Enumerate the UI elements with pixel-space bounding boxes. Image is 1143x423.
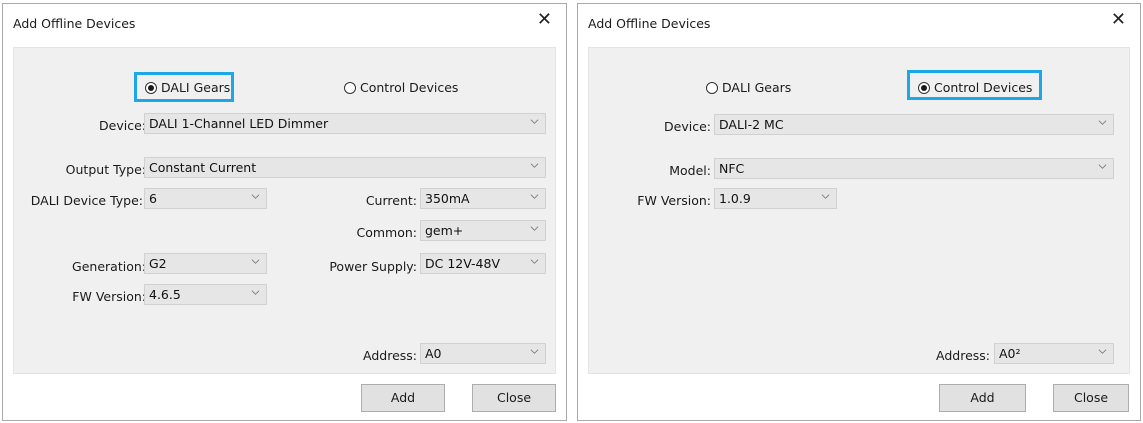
fw-version-value: 1.0.9 bbox=[719, 191, 751, 206]
device-value: DALI-2 MC bbox=[719, 117, 784, 132]
common-select[interactable]: gem+ bbox=[420, 220, 546, 241]
common-value: gem+ bbox=[425, 223, 464, 238]
radio-label: Control Devices bbox=[360, 80, 459, 95]
chevron-down-icon bbox=[530, 194, 539, 199]
generation-label: Generation: bbox=[72, 259, 146, 274]
dialog-content: DALI Gears Control Devices Device: DALI-… bbox=[588, 47, 1130, 374]
address-label: Address: bbox=[936, 348, 990, 363]
fw-version-select[interactable]: 4.6.5 bbox=[144, 284, 267, 305]
chevron-down-icon bbox=[530, 163, 539, 168]
output-type-value: Constant Current bbox=[149, 160, 257, 175]
add-button[interactable]: Add bbox=[939, 384, 1026, 412]
radio-checked-icon bbox=[145, 81, 157, 94]
device-type-select[interactable]: 6 bbox=[144, 188, 267, 209]
chevron-down-icon bbox=[1098, 164, 1107, 169]
title-bar: Add Offline Devices ✕ bbox=[3, 4, 566, 40]
common-label: Common: bbox=[356, 225, 417, 240]
chevron-down-icon bbox=[530, 119, 539, 124]
power-supply-label: Power Supply: bbox=[329, 259, 417, 274]
close-button[interactable]: Close bbox=[472, 384, 556, 412]
chevron-down-icon bbox=[530, 259, 539, 264]
address-select[interactable]: A0² bbox=[994, 343, 1114, 364]
radio-label: DALI Gears bbox=[161, 80, 231, 95]
radio-dali-gears[interactable]: DALI Gears bbox=[706, 80, 791, 95]
close-button[interactable]: Close bbox=[1053, 384, 1129, 412]
generation-select[interactable]: G2 bbox=[144, 253, 267, 274]
dialog-title: Add Offline Devices bbox=[588, 16, 711, 31]
output-type-select[interactable]: Constant Current bbox=[144, 157, 546, 178]
radio-dali-gears[interactable]: DALI Gears bbox=[145, 80, 230, 95]
fw-version-select[interactable]: 1.0.9 bbox=[714, 188, 837, 209]
add-button[interactable]: Add bbox=[361, 384, 445, 412]
fw-version-value: 4.6.5 bbox=[149, 287, 181, 302]
device-select[interactable]: DALI 1-Channel LED Dimmer bbox=[144, 113, 546, 134]
add-offline-devices-dialog-controls: Add Offline Devices ✕ DALI Gears Control… bbox=[577, 3, 1141, 421]
radio-label: DALI Gears bbox=[722, 80, 792, 95]
chevron-down-icon bbox=[1098, 120, 1107, 125]
device-type-value: 6 bbox=[149, 191, 157, 206]
device-label: Device: bbox=[664, 119, 711, 134]
close-icon[interactable]: ✕ bbox=[537, 11, 552, 29]
power-supply-value: DC 12V-48V bbox=[425, 256, 501, 271]
radio-control-devices[interactable]: Control Devices bbox=[918, 80, 1032, 95]
device-type-label: DALI Device Type: bbox=[30, 193, 143, 208]
current-label: Current: bbox=[365, 193, 417, 208]
radio-unchecked-icon bbox=[706, 81, 718, 94]
add-offline-devices-dialog-gears: Add Offline Devices ✕ DALI Gears Control… bbox=[2, 3, 567, 421]
dialog-title: Add Offline Devices bbox=[13, 16, 136, 31]
radio-unchecked-icon bbox=[344, 81, 356, 94]
power-supply-select[interactable]: DC 12V-48V bbox=[420, 253, 546, 274]
generation-value: G2 bbox=[149, 256, 167, 271]
device-value: DALI 1-Channel LED Dimmer bbox=[149, 116, 329, 131]
address-value: A0² bbox=[999, 346, 1021, 361]
title-bar: Add Offline Devices ✕ bbox=[578, 4, 1140, 40]
dialog-content: DALI Gears Control Devices Device: DALI … bbox=[13, 47, 556, 374]
chevron-down-icon bbox=[251, 259, 260, 264]
fw-version-label: FW Version: bbox=[72, 289, 146, 304]
radio-control-devices[interactable]: Control Devices bbox=[344, 80, 458, 95]
model-value: NFC bbox=[719, 161, 745, 176]
radio-label: Control Devices bbox=[934, 80, 1033, 95]
chevron-down-icon bbox=[1098, 349, 1107, 354]
chevron-down-icon bbox=[251, 290, 260, 295]
current-select[interactable]: 350mA bbox=[420, 188, 546, 209]
chevron-down-icon bbox=[251, 194, 260, 199]
device-select[interactable]: DALI-2 MC bbox=[714, 114, 1114, 135]
address-value: A0 bbox=[425, 346, 442, 361]
chevron-down-icon bbox=[530, 226, 539, 231]
address-label: Address: bbox=[363, 348, 417, 363]
fw-version-label: FW Version: bbox=[637, 193, 711, 208]
model-label: Model: bbox=[669, 163, 711, 178]
radio-checked-icon bbox=[918, 81, 930, 94]
address-select[interactable]: A0 bbox=[420, 343, 546, 364]
close-icon[interactable]: ✕ bbox=[1111, 11, 1126, 29]
chevron-down-icon bbox=[530, 349, 539, 354]
device-label: Device: bbox=[99, 118, 146, 133]
current-value: 350mA bbox=[425, 191, 470, 206]
chevron-down-icon bbox=[821, 194, 830, 199]
model-select[interactable]: NFC bbox=[714, 158, 1114, 179]
output-type-label: Output Type: bbox=[65, 162, 146, 177]
